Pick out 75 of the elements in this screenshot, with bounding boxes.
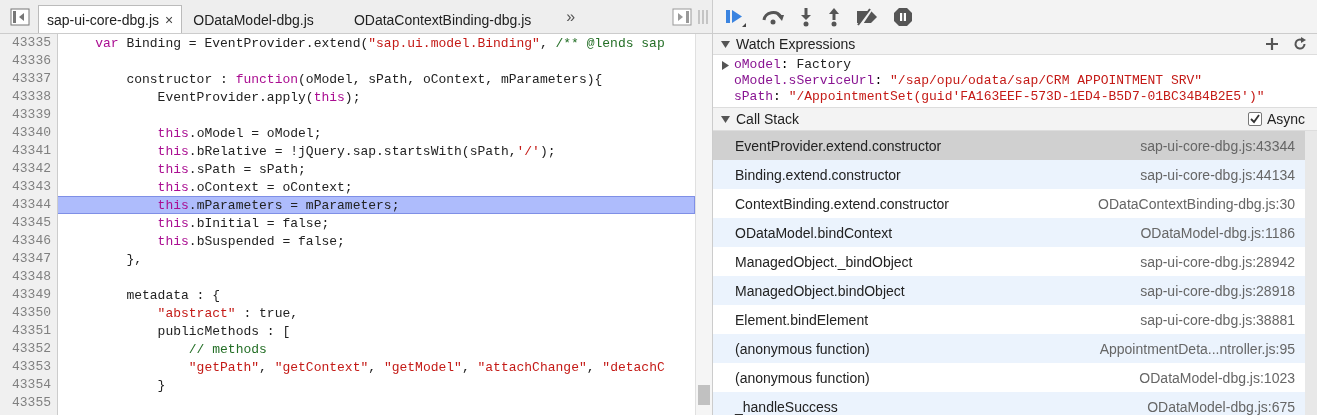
function-name: ODataModel.bindContext: [735, 224, 893, 241]
stack-frame[interactable]: (anonymous function) ODataModel-dbg.js:1023: [713, 363, 1305, 392]
drag-handle-icon[interactable]: [698, 8, 708, 25]
file-tab[interactable]: ODataContextBinding-dbg.js: [344, 5, 541, 33]
code-text: // methods: [187, 341, 268, 358]
file-tab[interactable]: sap-ui-core-dbg.js ×: [38, 5, 183, 33]
code-text: this.oModel = oModel;: [156, 125, 323, 142]
stack-frame[interactable]: Element.bindElement sap-ui-core-dbg.js:38881: [713, 305, 1305, 334]
code-text: }: [156, 377, 167, 394]
call-stack-header[interactable]: Call Stack Async: [713, 107, 1317, 131]
code-text: this.bRelative = !jQuery.sap.startsWith(sPath,'/');: [156, 143, 557, 160]
code-text: this.bSuspended = false;: [156, 233, 346, 250]
pause-icon[interactable]: [893, 6, 913, 27]
code-text: publicMethods : [: [156, 323, 292, 340]
stack-frame[interactable]: (anonymous function) AppointmentDeta...ntroller.js:95: [713, 334, 1305, 363]
stack-frame[interactable]: ContextBinding.extend.constructor ODataContextBinding-dbg.js:30: [713, 189, 1305, 218]
stack-frame[interactable]: ODataModel.bindContext ODataModel-dbg.js:1186: [713, 218, 1305, 247]
code-text: this.bInitial = false;: [156, 215, 331, 232]
source-link[interactable]: ODataModel-dbg.js:675: [1147, 398, 1295, 415]
source-link[interactable]: sap-ui-core-dbg.js:38881: [1140, 311, 1295, 328]
code-text: },: [125, 251, 143, 268]
stack-frame[interactable]: Binding.extend.constructor sap-ui-core-dbg.js:44134: [713, 160, 1305, 189]
deactivate-breakpoints-icon[interactable]: [855, 7, 879, 26]
add-icon[interactable]: [1265, 37, 1279, 51]
step-into-icon[interactable]: [799, 6, 813, 27]
watch-expressions-header[interactable]: Watch Expressions: [713, 34, 1317, 55]
source-link[interactable]: ODataModel-dbg.js:1186: [1140, 224, 1295, 241]
source-link[interactable]: AppointmentDeta...ntroller.js:95: [1099, 340, 1295, 357]
code-text: "abstract" : true,: [156, 305, 300, 322]
watch-expression: sPath: "/AppointmentSet(guid'FA163EEF-573D-1ED4-B5D7-01BC34B4B2E5')": [734, 89, 1265, 105]
source-link[interactable]: sap-ui-core-dbg.js:28942: [1140, 253, 1295, 270]
code-text: this.oContext = oContext;: [156, 179, 354, 196]
async-checkbox[interactable]: Async: [1247, 111, 1305, 127]
function-name: (anonymous function): [735, 369, 870, 386]
source-link[interactable]: sap-ui-core-dbg.js:43344: [1140, 137, 1295, 154]
watch-expression: oModel: Factory: [734, 57, 852, 73]
expand-icon[interactable]: [721, 60, 730, 70]
source-link[interactable]: sap-ui-core-dbg.js:44134: [1140, 166, 1295, 183]
code-text: this.mParameters = mParameters;: [58, 196, 695, 214]
code-text: metadata : {: [125, 287, 222, 304]
function-name: Binding.extend.constructor: [735, 166, 901, 183]
more-tabs-button[interactable]: »: [566, 7, 576, 26]
sidebar-toggle-icon[interactable]: [10, 7, 30, 26]
section-title: Call Stack: [736, 111, 801, 127]
function-name: (anonymous function): [735, 340, 870, 357]
file-tab[interactable]: ODataModel-dbg.js: [184, 5, 323, 33]
function-name: EventProvider.extend.constructor: [735, 137, 942, 154]
function-name: ManagedObject._bindObject: [735, 253, 913, 270]
checkbox[interactable]: [1247, 112, 1262, 126]
code-text: this.sPath = sPath;: [156, 161, 307, 178]
watch-expression: oModel.sServiceUrl: "/sap/opu/odata/sap/CRM APPOINTMENT SRV": [734, 73, 1203, 89]
stack-frame[interactable]: _handleSuccess ODataModel-dbg.js:675: [713, 392, 1305, 415]
close-tab-button[interactable]: ×: [165, 11, 174, 28]
section-toggle-icon[interactable]: [721, 39, 730, 49]
step-out-icon[interactable]: [827, 6, 841, 27]
refresh-icon[interactable]: [1293, 37, 1307, 51]
function-name: ManagedObject.bindObject: [735, 282, 905, 299]
function-name: Element.bindElement: [735, 311, 869, 328]
panel-toggle-icon[interactable]: [672, 7, 692, 26]
section-toggle-icon[interactable]: [721, 114, 730, 124]
stack-frame[interactable]: ManagedObject.bindObject sap-ui-core-dbg.js:28918: [713, 276, 1305, 305]
function-name: _handleSuccess: [735, 398, 838, 415]
code-text: constructor : function(oModel, sPath, oContext, mParameters){: [125, 71, 604, 88]
stack-frame[interactable]: EventProvider.extend.constructor sap-ui-core-dbg.js:43344: [713, 131, 1305, 160]
scrollbar[interactable]: [1305, 131, 1317, 415]
source-link[interactable]: ODataContextBinding-dbg.js:30: [1098, 195, 1295, 212]
scrollbar[interactable]: [695, 34, 712, 415]
stack-frame[interactable]: ManagedObject._bindObject sap-ui-core-dbg.js:28942: [713, 247, 1305, 276]
source-link[interactable]: ODataModel-dbg.js:1023: [1139, 369, 1295, 386]
function-name: ContextBinding.extend.constructor: [735, 195, 949, 212]
section-title: Watch Expressions: [736, 36, 857, 52]
source-link[interactable]: sap-ui-core-dbg.js:28918: [1140, 282, 1295, 299]
code-text: var Binding = EventProvider.extend("sap.ui.model.Binding", /** @lends sap: [94, 35, 666, 52]
code-text: "getPath", "getContext", "getModel", "attachChange", "detachC: [187, 359, 666, 376]
code-text: EventProvider.apply(this);: [156, 89, 362, 106]
